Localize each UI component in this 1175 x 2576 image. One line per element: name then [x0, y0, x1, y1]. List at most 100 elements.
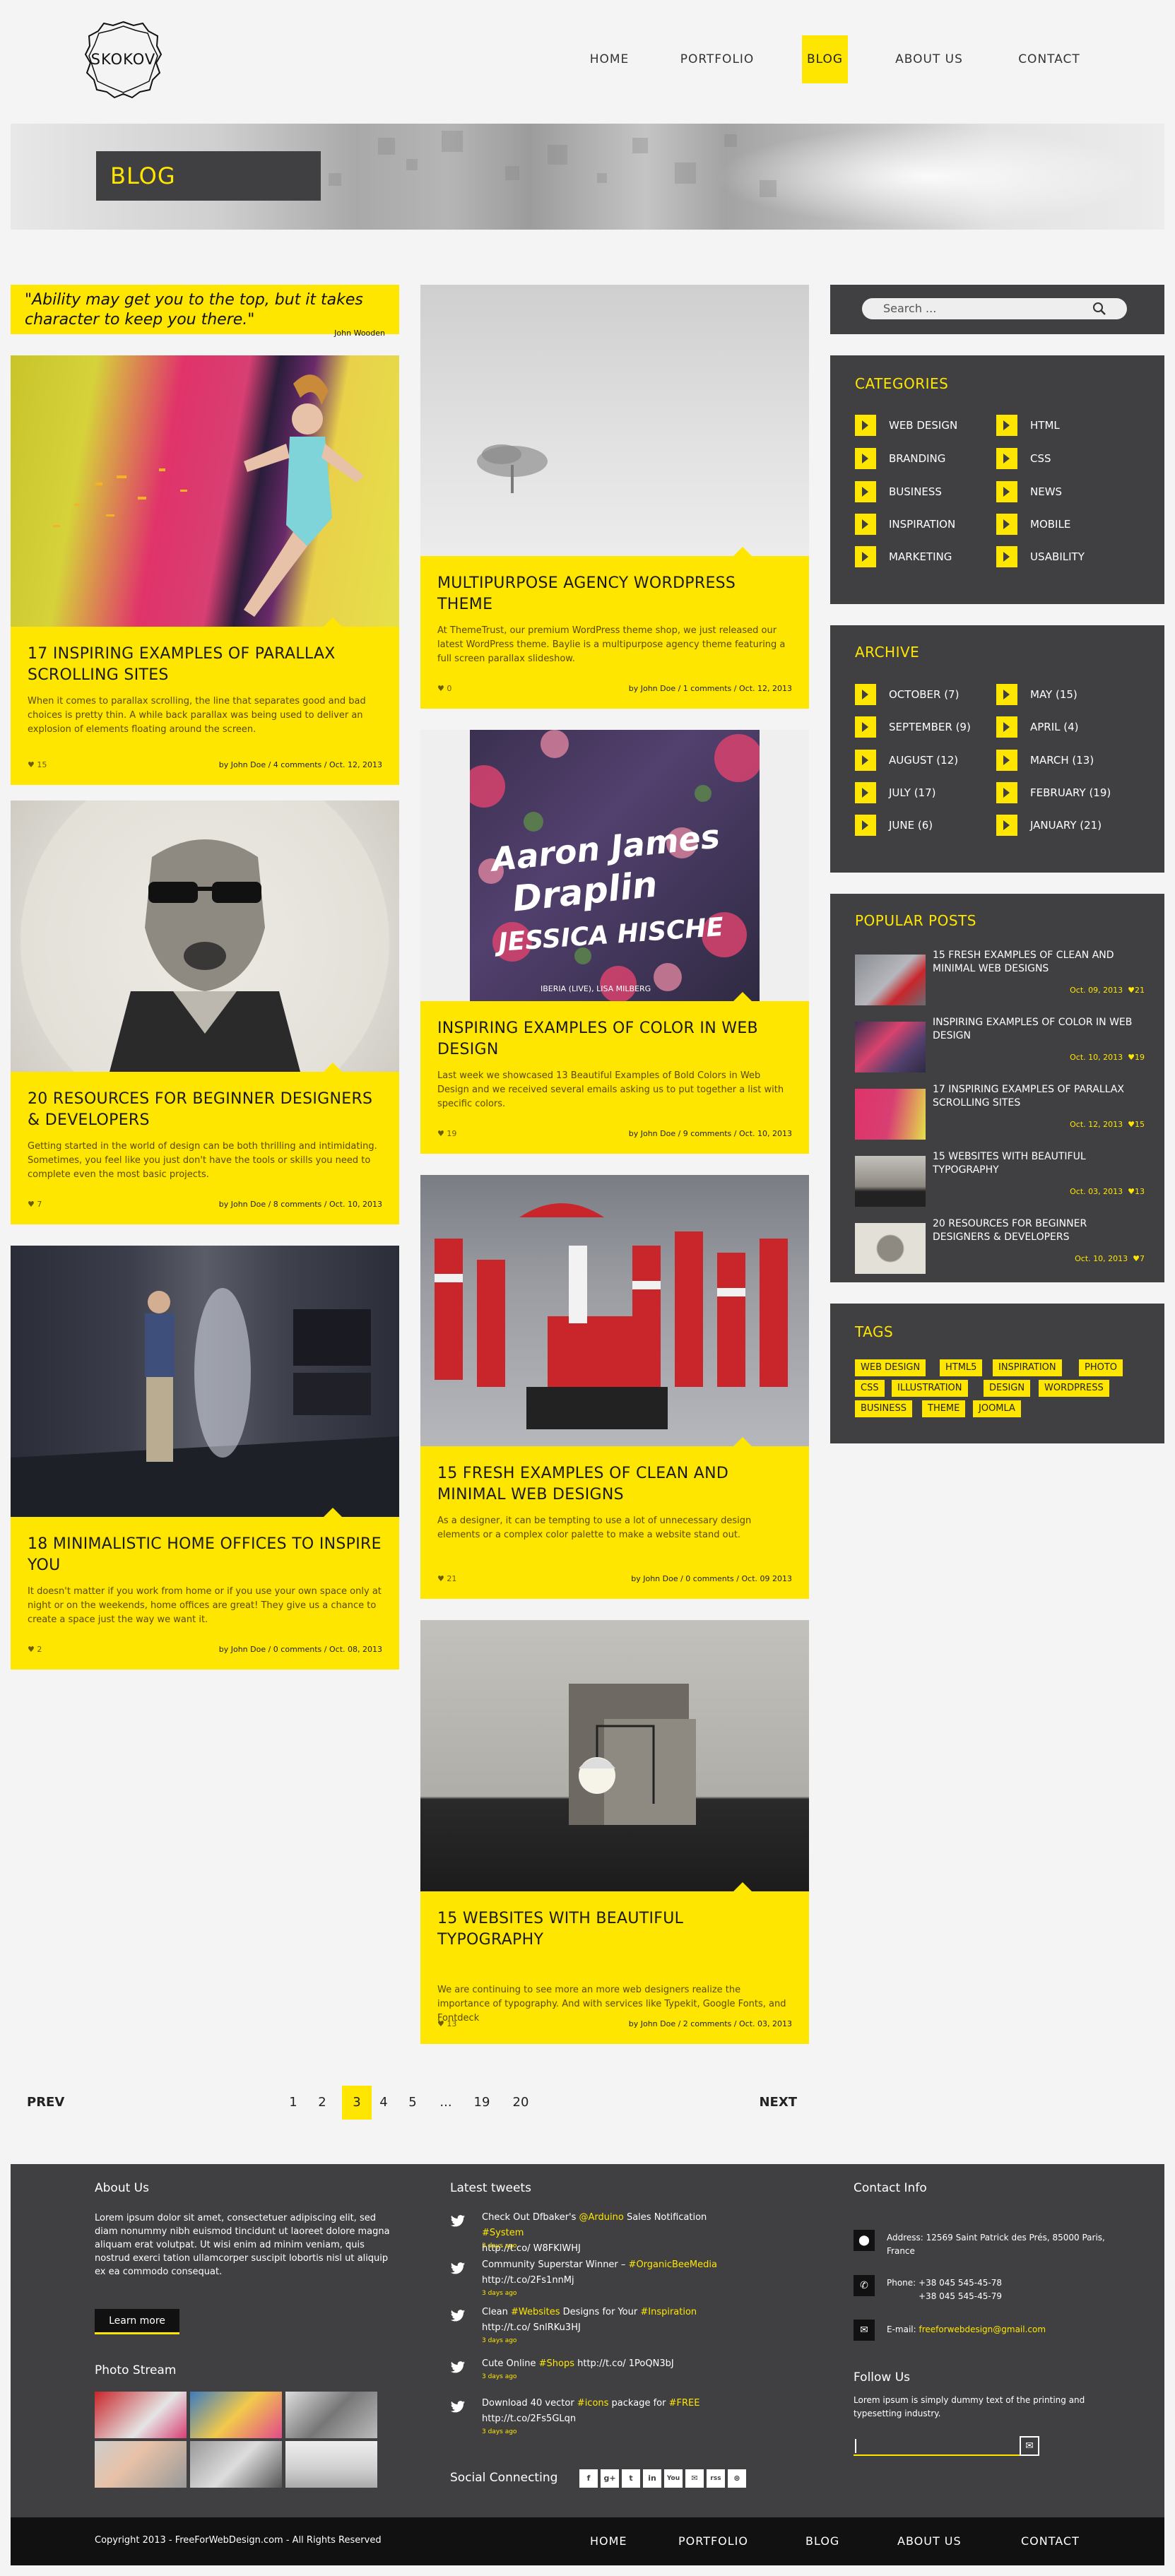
photo-stream-thumb[interactable]: [190, 2392, 282, 2438]
tag-link[interactable]: WEB DESIGN: [855, 1359, 926, 1376]
tweet-hashtag[interactable]: #Shops: [539, 2358, 574, 2369]
post-title[interactable]: 15 FRESH EXAMPLES OF CLEAN AND MINIMAL W…: [420, 1446, 809, 1506]
twitter-icon[interactable]: [450, 2262, 466, 2276]
tag-link[interactable]: HTML5: [940, 1359, 983, 1376]
nav-about-us[interactable]: ABOUT US: [890, 35, 968, 83]
mail-icon[interactable]: ✉: [685, 2469, 704, 2488]
twitter-icon[interactable]: t: [622, 2469, 640, 2488]
pagination-page[interactable]: 19: [470, 2086, 494, 2120]
tweet-hashtag[interactable]: #Websites: [511, 2307, 560, 2317]
footer-nav-about-us[interactable]: ABOUT US: [897, 2531, 962, 2551]
popular-post-title[interactable]: 17 INSPIRING EXAMPLES OF PARALLAX SCROLL…: [933, 1083, 1145, 1110]
photo-stream-thumb[interactable]: [285, 2392, 377, 2438]
pagination-prev[interactable]: PREV: [27, 2086, 69, 2120]
tag-link[interactable]: PHOTO: [1079, 1359, 1123, 1376]
google-plus-icon[interactable]: g+: [601, 2469, 619, 2488]
likes-count[interactable]: ♥ 7: [28, 1199, 42, 1210]
newsletter-submit-envelope-icon[interactable]: ✉: [1020, 2436, 1039, 2456]
tag-link[interactable]: JOOMLA: [973, 1400, 1021, 1417]
post-title[interactable]: 17 INSPIRING EXAMPLES OF PARALLAX SCROLL…: [11, 627, 399, 686]
popular-post-thumb[interactable]: [855, 955, 926, 1005]
tweet-hashtag[interactable]: #Inspiration: [640, 2307, 697, 2317]
post-card[interactable]: Aaron James Draplin JESSICA HISCHE IBERI…: [420, 730, 809, 1154]
tweet-hashtag[interactable]: #System: [482, 2228, 524, 2238]
twitter-icon[interactable]: [450, 2400, 466, 2414]
photo-stream-thumb[interactable]: [190, 2441, 282, 2488]
tweet-link[interactable]: http://t.co/2Fs5GLqn: [482, 2413, 576, 2424]
pagination-next[interactable]: NEXT: [755, 2086, 797, 2120]
search-icon[interactable]: [1092, 301, 1107, 317]
search-input[interactable]: Search ...: [862, 298, 1127, 319]
email-link[interactable]: freeforwebdesign@gmail.com: [919, 2324, 1046, 2334]
post-image-office[interactable]: [11, 1246, 399, 1517]
pagination-page[interactable]: 5: [403, 2086, 422, 2120]
twitter-icon[interactable]: [450, 2214, 466, 2228]
popular-post-title[interactable]: INSPIRING EXAMPLES OF COLOR IN WEB DESIG…: [933, 1016, 1145, 1043]
tag-link[interactable]: DESIGN: [984, 1380, 1031, 1397]
popular-post-title[interactable]: 15 FRESH EXAMPLES OF CLEAN AND MINIMAL W…: [933, 949, 1145, 976]
photo-stream-thumb[interactable]: [95, 2441, 187, 2488]
post-card[interactable]: 15 WEBSITES WITH BEAUTIFUL TYPOGRAPHY We…: [420, 1620, 809, 2044]
photo-stream-thumb[interactable]: [285, 2441, 377, 2488]
footer-nav-home[interactable]: HOME: [590, 2531, 627, 2551]
post-image-dog[interactable]: [11, 800, 399, 1072]
popular-post-thumb[interactable]: [855, 1223, 926, 1274]
tweet-hashtag[interactable]: #FREE: [669, 2398, 700, 2409]
tag-link[interactable]: BUSINESS: [855, 1400, 912, 1417]
post-card[interactable]: 20 RESOURCES FOR BEGINNER DESIGNERS & DE…: [11, 800, 399, 1224]
post-title[interactable]: 18 MINIMALISTIC HOME OFFICES TO INSPIRE …: [11, 1517, 399, 1576]
youtube-icon[interactable]: You: [664, 2469, 683, 2488]
tweet-hashtag[interactable]: #icons: [577, 2398, 609, 2409]
post-card[interactable]: MULTIPURPOSE AGENCY WORDPRESS THEME At T…: [420, 285, 809, 709]
nav-contact[interactable]: CONTACT: [1010, 35, 1088, 83]
dribbble-icon[interactable]: ⊛: [728, 2469, 746, 2488]
pagination-page[interactable]: 4: [374, 2086, 393, 2120]
post-image-dancer[interactable]: [11, 355, 399, 627]
site-logo[interactable]: SKOKOV: [83, 19, 164, 100]
nav-blog[interactable]: BLOG: [802, 35, 848, 83]
footer-nav-portfolio[interactable]: PORTFOLIO: [678, 2531, 748, 2551]
pagination-page[interactable]: 2: [313, 2086, 331, 2120]
post-card[interactable]: 18 MINIMALISTIC HOME OFFICES TO INSPIRE …: [11, 1246, 399, 1670]
popular-post[interactable]: 17 INSPIRING EXAMPLES OF PARALLAX SCROLL…: [855, 1083, 1145, 1140]
popular-post-title[interactable]: 20 RESOURCES FOR BEGINNER DESIGNERS & DE…: [933, 1217, 1145, 1244]
tweet-link[interactable]: http://t.co/ SnlRKu3HJ: [482, 2322, 581, 2333]
post-title[interactable]: MULTIPURPOSE AGENCY WORDPRESS THEME: [420, 556, 809, 615]
post-card[interactable]: 17 INSPIRING EXAMPLES OF PARALLAX SCROLL…: [11, 355, 399, 785]
twitter-icon[interactable]: [450, 2361, 466, 2375]
post-image-poster[interactable]: Aaron James Draplin JESSICA HISCHE IBERI…: [420, 730, 809, 1001]
popular-post[interactable]: 20 RESOURCES FOR BEGINNER DESIGNERS & DE…: [855, 1217, 1145, 1274]
pagination-page[interactable]: 20: [509, 2086, 533, 2120]
facebook-icon[interactable]: f: [579, 2469, 598, 2488]
photo-stream-thumb[interactable]: [95, 2392, 187, 2438]
likes-count[interactable]: ♥ 19: [437, 1128, 456, 1140]
nav-portfolio[interactable]: PORTFOLIO: [675, 35, 760, 83]
tag-link[interactable]: WORDPRESS: [1039, 1380, 1109, 1397]
popular-post-title[interactable]: 15 WEBSITES WITH BEAUTIFUL TYPOGRAPHY: [933, 1150, 1145, 1177]
likes-count[interactable]: ♥ 0: [437, 683, 451, 695]
nav-home[interactable]: HOME: [579, 35, 639, 83]
post-title[interactable]: INSPIRING EXAMPLES OF COLOR IN WEB DESIG…: [420, 1001, 809, 1060]
post-title[interactable]: 20 RESOURCES FOR BEGINNER DESIGNERS & DE…: [11, 1072, 399, 1131]
footer-nav-contact[interactable]: CONTACT: [1021, 2531, 1080, 2551]
twitter-icon[interactable]: [450, 2309, 466, 2323]
footer-nav-blog[interactable]: BLOG: [805, 2531, 839, 2551]
tag-link[interactable]: INSPIRATION: [993, 1359, 1062, 1376]
pagination-page-current[interactable]: 3: [342, 2086, 372, 2120]
likes-count[interactable]: ♥ 21: [437, 1573, 456, 1585]
tweet-link[interactable]: http://t.co/2Fs1nnMj: [482, 2275, 574, 2286]
newsletter-email-input[interactable]: [854, 2436, 1020, 2456]
tweet-hashtag[interactable]: #OrganicBeeMedia: [629, 2259, 717, 2270]
learn-more-button[interactable]: Learn more: [95, 2309, 179, 2334]
likes-count[interactable]: ♥ 13: [437, 2019, 456, 2030]
popular-post[interactable]: 15 WEBSITES WITH BEAUTIFUL TYPOGRAPHY Oc…: [855, 1150, 1145, 1207]
popular-post-thumb[interactable]: [855, 1089, 926, 1140]
pagination-page[interactable]: 1: [284, 2086, 302, 2120]
likes-count[interactable]: ♥ 2: [28, 1644, 42, 1655]
post-card[interactable]: 15 FRESH EXAMPLES OF CLEAN AND MINIMAL W…: [420, 1175, 809, 1599]
tag-link[interactable]: CSS: [855, 1380, 885, 1397]
likes-count[interactable]: ♥ 15: [28, 760, 47, 771]
linkedin-icon[interactable]: in: [643, 2469, 661, 2488]
post-image-pit-crew[interactable]: [420, 1175, 809, 1446]
tweet-hashtag[interactable]: @Arduino: [579, 2212, 624, 2223]
